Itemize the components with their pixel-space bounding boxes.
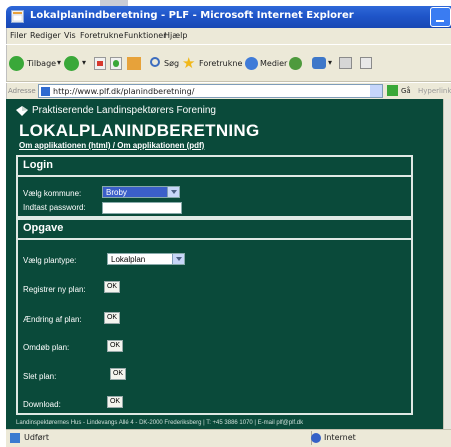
- media-icon[interactable]: [245, 57, 258, 70]
- mail-dropdown-icon[interactable]: ▾: [328, 58, 332, 67]
- about-links[interactable]: Om applikationen (html) / Om applikation…: [19, 141, 204, 150]
- address-bar: Adresse http://www.plf.dk/planindberetni…: [6, 82, 451, 100]
- forward-dropdown-icon[interactable]: ▾: [82, 58, 86, 67]
- status-page-icon: [10, 433, 20, 443]
- opgave-title: Opgave: [23, 222, 64, 234]
- change-ok-button[interactable]: OK: [104, 312, 120, 324]
- page-title: LOKALPLANINDBERETNING: [19, 121, 260, 140]
- favorites-star-icon[interactable]: ★: [182, 54, 195, 72]
- vertical-scrollbar[interactable]: [443, 99, 451, 429]
- kommune-value: Broby: [106, 188, 127, 197]
- login-title: Login: [23, 159, 53, 171]
- password-label: Indtast password:: [23, 203, 86, 212]
- history-icon[interactable]: [289, 57, 302, 70]
- links-label[interactable]: Hyperlinks: [418, 87, 451, 95]
- search-icon[interactable]: [150, 57, 160, 67]
- login-header: Login: [18, 157, 411, 177]
- plantype-dropdown-icon[interactable]: [172, 254, 184, 264]
- search-label[interactable]: Søg: [164, 59, 179, 68]
- organization-logo-icon: [16, 106, 28, 116]
- toolbar: Tilbage ▾ ▾ Søg ★ Foretrukne Medier ▾: [6, 44, 451, 82]
- menu-file[interactable]: Filer: [10, 31, 27, 40]
- opgave-header: Opgave: [18, 220, 411, 240]
- mail-icon[interactable]: [312, 57, 326, 69]
- address-dropdown-icon[interactable]: [370, 85, 382, 97]
- plantype-select[interactable]: Lokalplan: [107, 253, 185, 265]
- minimize-button[interactable]: [430, 7, 451, 27]
- forward-icon[interactable]: [64, 56, 79, 71]
- title-bar: Lokalplanindberetning - PLF - Microsoft …: [6, 6, 451, 28]
- plantype-label: Vælg plantype:: [23, 256, 77, 265]
- edit-icon[interactable]: [360, 57, 372, 69]
- media-label[interactable]: Medier: [260, 59, 287, 68]
- internet-zone-icon: [311, 433, 321, 443]
- status-bar: Udført Internet: [6, 429, 451, 447]
- menu-view[interactable]: Vis: [64, 31, 76, 40]
- back-dropdown-icon[interactable]: ▾: [57, 58, 61, 67]
- address-url: http://www.plf.dk/planindberetning/: [53, 87, 195, 96]
- kommune-label: Vælg kommune:: [23, 189, 82, 198]
- action-label-delete: Slet plan:: [23, 372, 57, 381]
- organization-name: Praktiserende Landinspektørers Forening: [32, 105, 216, 116]
- home-icon[interactable]: [127, 57, 141, 70]
- plantype-value: Lokalplan: [111, 255, 146, 264]
- address-input[interactable]: http://www.plf.dk/planindberetning/: [38, 84, 383, 98]
- page-content: Praktiserende Landinspektørers Forening …: [6, 99, 443, 429]
- register-ok-button[interactable]: OK: [104, 281, 120, 293]
- go-arrow-icon[interactable]: [387, 85, 398, 96]
- stop-icon[interactable]: [94, 57, 106, 70]
- login-panel: Login Vælg kommune: Broby Indtast passwo…: [16, 155, 413, 218]
- menu-help[interactable]: Hjælp: [164, 31, 187, 40]
- go-button[interactable]: Gå: [401, 87, 411, 95]
- page-footer: Landinspektørernes Hus - Lindevangs Allé…: [16, 420, 304, 426]
- kommune-dropdown-icon[interactable]: [167, 187, 179, 197]
- kommune-select[interactable]: Broby: [102, 186, 180, 198]
- action-label-download: Download:: [23, 400, 61, 409]
- status-zone: Internet: [324, 433, 356, 442]
- menu-edit[interactable]: Rediger: [30, 31, 61, 40]
- window-title: Lokalplanindberetning - PLF - Microsoft …: [30, 10, 354, 21]
- menu-favorites[interactable]: Foretrukne: [80, 31, 123, 40]
- window-app-icon: [11, 10, 24, 23]
- action-label-change: Ændring af plan:: [23, 315, 82, 324]
- status-done: Udført: [24, 433, 50, 442]
- opgave-panel: Opgave Vælg plantype: Lokalplan Registre…: [16, 218, 413, 415]
- password-input[interactable]: [102, 202, 182, 214]
- back-icon[interactable]: [9, 56, 24, 71]
- delete-ok-button[interactable]: OK: [110, 368, 126, 380]
- download-ok-button[interactable]: OK: [107, 396, 123, 408]
- action-label-register: Registrer ny plan:: [23, 285, 86, 294]
- print-icon[interactable]: [339, 57, 352, 69]
- action-label-rename: Omdøb plan:: [23, 343, 70, 352]
- back-label[interactable]: Tilbage: [27, 59, 56, 68]
- menu-tools[interactable]: Funktioner: [124, 31, 166, 40]
- refresh-icon[interactable]: [110, 57, 122, 70]
- favorites-label[interactable]: Foretrukne: [199, 59, 242, 68]
- rename-ok-button[interactable]: OK: [107, 340, 123, 352]
- page-icon: [41, 87, 50, 96]
- address-label: Adresse: [8, 87, 36, 95]
- menu-bar: Filer Rediger Vis Foretrukne Funktioner …: [6, 28, 451, 43]
